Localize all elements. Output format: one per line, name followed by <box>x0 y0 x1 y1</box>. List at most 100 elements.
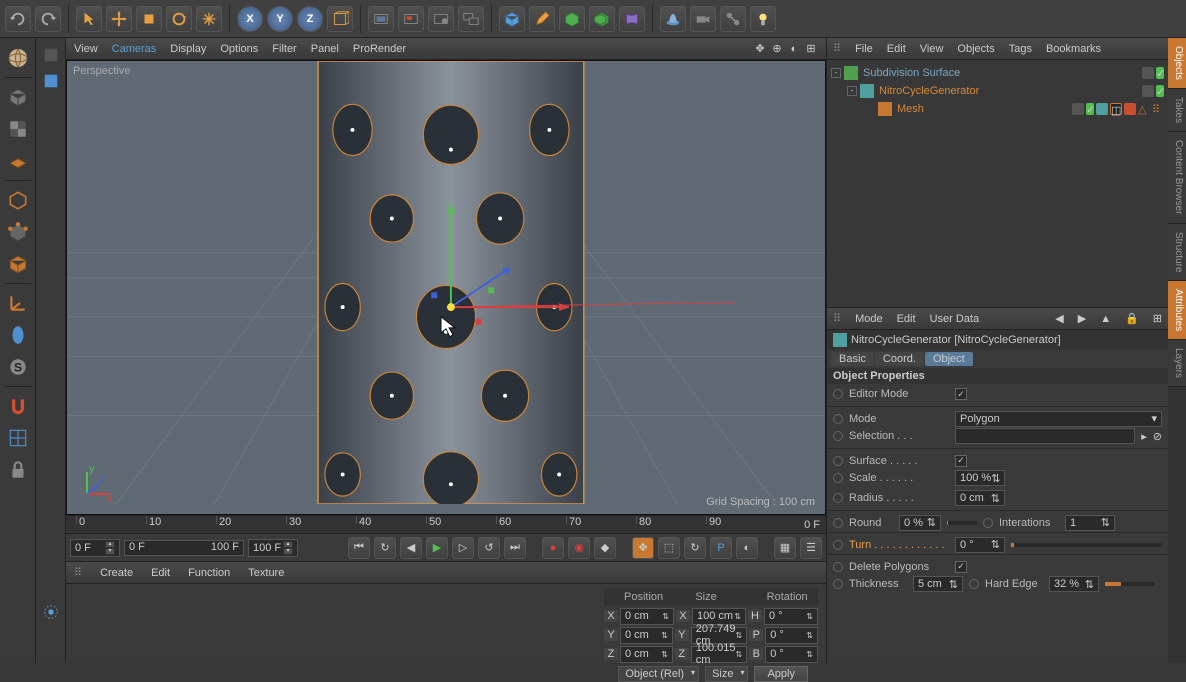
thickness-field[interactable]: 5 cm⇅ <box>913 576 963 592</box>
attr-nav-fwd[interactable]: ▶ <box>1078 312 1086 325</box>
texture-mode[interactable] <box>4 115 32 143</box>
next-frame-button[interactable]: ▷ <box>452 537 474 559</box>
vtab-structure[interactable]: Structure <box>1168 224 1186 282</box>
step-back-loop-button[interactable]: ↻ <box>374 537 396 559</box>
coord-system-button[interactable] <box>327 6 353 32</box>
attr-lock[interactable]: 🔒 <box>1125 312 1139 325</box>
mode-dropdown[interactable]: Polygon▾ <box>955 411 1162 427</box>
hardedge-slider[interactable] <box>1105 582 1155 586</box>
tweak-tool[interactable] <box>4 321 32 349</box>
pos-Z-field[interactable]: 0 cm⇅ <box>620 646 673 663</box>
vp-menu-filter[interactable]: Filter <box>272 43 296 55</box>
camera-button[interactable] <box>690 6 716 32</box>
surface-checkbox[interactable]: ✓ <box>955 455 967 467</box>
environment-button[interactable] <box>660 6 686 32</box>
timeline-ruler[interactable]: 0 10 20 30 40 50 60 70 80 90 0 F <box>66 515 826 533</box>
vp-nav-2[interactable]: ⊕ <box>770 42 784 56</box>
point-mode[interactable] <box>4 218 32 246</box>
goto-end-button[interactable]: ⏭ <box>504 537 526 559</box>
tab-object[interactable]: Object <box>925 352 973 366</box>
menu-edit[interactable]: Edit <box>151 567 170 579</box>
pos-Y-field[interactable]: 0 cm⇅ <box>620 627 673 644</box>
editor-mode-checkbox[interactable]: ✓ <box>955 388 967 400</box>
obj-menu-objects[interactable]: Objects <box>957 43 994 55</box>
vtab-layers[interactable]: Layers <box>1168 340 1186 387</box>
prev-frame-button[interactable]: ◀ <box>400 537 422 559</box>
key-pla-button[interactable]: ◐ <box>736 537 758 559</box>
vtab-attributes[interactable]: Attributes <box>1168 281 1186 340</box>
tree-expand[interactable]: - <box>831 68 841 78</box>
tab-basic[interactable]: Basic <box>831 352 874 366</box>
key-pos-button[interactable]: ✥ <box>632 537 654 559</box>
scale-tool[interactable] <box>136 6 162 32</box>
hardedge-field[interactable]: 32 %⇅ <box>1049 576 1099 592</box>
rot-P-field[interactable]: 0 °⇅ <box>765 627 818 644</box>
key-scale-button[interactable]: ⬚ <box>658 537 680 559</box>
render-region-button[interactable] <box>398 6 424 32</box>
radius-field[interactable]: 0 cm⇅ <box>955 490 1005 506</box>
poly-mode[interactable] <box>4 250 32 278</box>
iterations-field[interactable]: 1⇅ <box>1065 515 1115 531</box>
rot-B-field[interactable]: 0 °⇅ <box>765 646 818 663</box>
render-settings-button[interactable] <box>428 6 454 32</box>
tab-coord[interactable]: Coord. <box>875 352 924 366</box>
filter-1[interactable] <box>37 44 65 66</box>
step-fwd-loop-button[interactable]: ↺ <box>478 537 500 559</box>
globe-icon[interactable] <box>4 44 32 72</box>
vp-menu-panel[interactable]: Panel <box>311 43 339 55</box>
menu-function[interactable]: Function <box>188 567 230 579</box>
obj-menu-file[interactable]: File <box>855 43 873 55</box>
filter-2[interactable] <box>37 70 65 92</box>
select-tool[interactable] <box>76 6 102 32</box>
vtab-takes[interactable]: Takes <box>1168 89 1186 132</box>
attr-new[interactable]: ⊞ <box>1153 312 1162 325</box>
axis-tool[interactable] <box>4 289 32 317</box>
attr-nav-back[interactable]: ◀ <box>1055 312 1063 325</box>
attr-menu-userdata[interactable]: User Data <box>930 313 980 325</box>
apply-button[interactable]: Apply <box>754 666 808 682</box>
object-tree[interactable]: -Subdivision Surface✓-NitroCycleGenerato… <box>827 60 1168 308</box>
goto-start-button[interactable]: ⏮ <box>348 537 370 559</box>
move-tool[interactable] <box>106 6 132 32</box>
play-button[interactable]: ▶ <box>426 537 448 559</box>
size-X-field[interactable]: 100 cm⇅ <box>692 608 746 625</box>
magnet-tool[interactable] <box>4 392 32 420</box>
tree-expand[interactable]: - <box>847 86 857 96</box>
render-button[interactable] <box>368 6 394 32</box>
viewport[interactable]: Perspective <box>66 60 826 515</box>
snap-tool[interactable] <box>4 424 32 452</box>
selection-clear-icon[interactable]: ⊘ <box>1153 430 1162 443</box>
turn-field[interactable]: 0 °⇅ <box>955 537 1005 553</box>
subdivision-button[interactable] <box>559 6 585 32</box>
size-Z-field[interactable]: 100.015 cm⇅ <box>691 646 747 663</box>
vp-menu-options[interactable]: Options <box>220 43 258 55</box>
light-button[interactable] <box>750 6 776 32</box>
y-axis-button[interactable]: Y <box>267 6 293 32</box>
current-frame-field[interactable]: 0 F▴▾ <box>70 539 120 557</box>
vp-menu-prorender[interactable]: ProRender <box>353 43 406 55</box>
extrude-button[interactable] <box>589 6 615 32</box>
recent-tool[interactable] <box>196 6 222 32</box>
joint-button[interactable] <box>720 6 746 32</box>
vtab-content[interactable]: Content Browser <box>1168 132 1186 223</box>
key-param-button[interactable]: P <box>710 537 732 559</box>
attr-menu-edit[interactable]: Edit <box>897 313 916 325</box>
obj-menu-tags[interactable]: Tags <box>1009 43 1032 55</box>
autokey-button[interactable]: ◉ <box>568 537 590 559</box>
vp-nav-1[interactable]: ✥ <box>753 42 767 56</box>
end-frame-field[interactable]: 100 F▴▾ <box>248 539 298 557</box>
primitive-button[interactable] <box>499 6 525 32</box>
key-button[interactable]: ◆ <box>594 537 616 559</box>
turn-slider[interactable] <box>1011 543 1162 547</box>
round-slider[interactable] <box>947 521 977 525</box>
model-mode[interactable] <box>4 83 32 111</box>
size-mode-dropdown[interactable]: Size <box>705 666 748 682</box>
delete-polygons-checkbox[interactable]: ✓ <box>955 561 967 573</box>
timeline-scrub[interactable]: 0 F100 F <box>124 540 244 556</box>
pos-X-field[interactable]: 0 cm⇅ <box>620 608 674 625</box>
object-mode-dropdown[interactable]: Object (Rel) <box>618 666 699 682</box>
record-button[interactable]: ● <box>542 537 564 559</box>
tree-item[interactable]: NitroCycleGenerator <box>877 85 1139 97</box>
lock-tool[interactable] <box>4 456 32 484</box>
selection-pick-icon[interactable]: ▸ <box>1141 430 1147 443</box>
